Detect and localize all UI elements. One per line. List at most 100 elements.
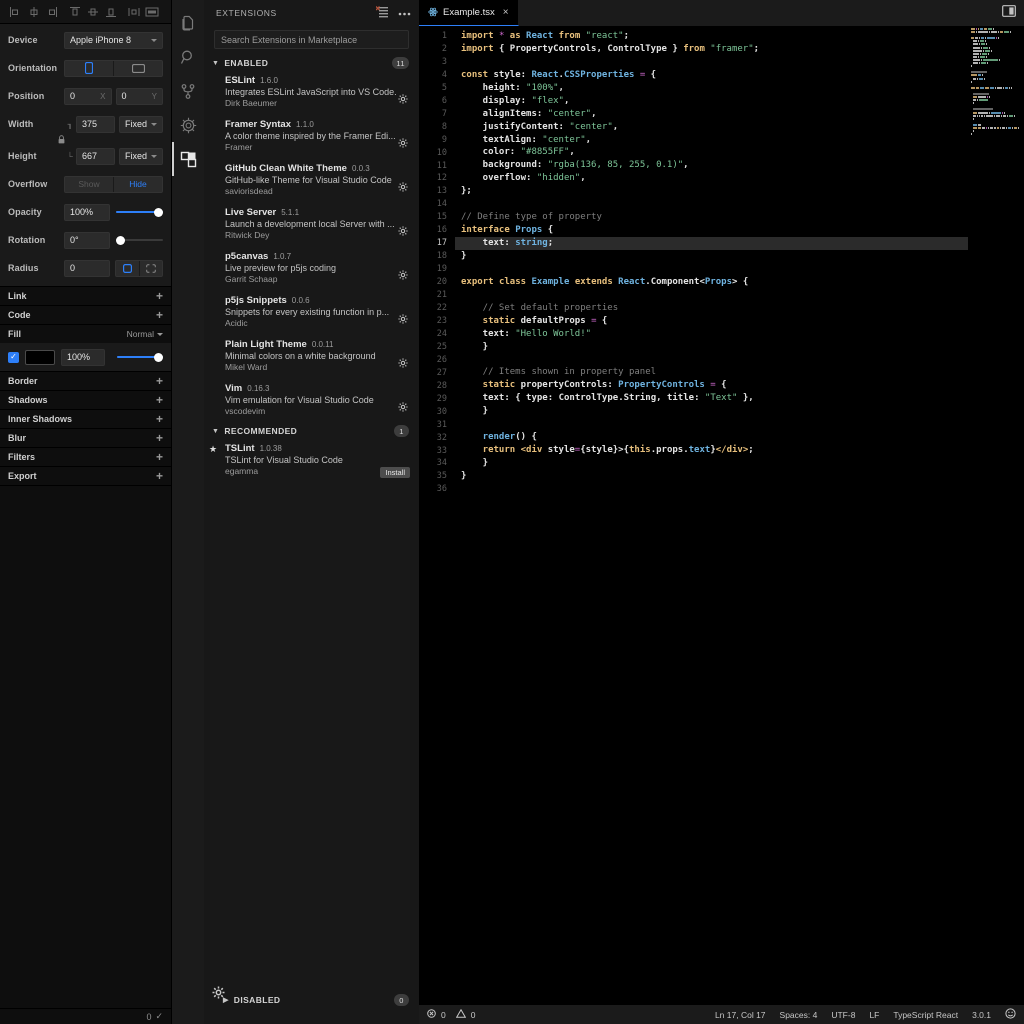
indentation[interactable]: Spaces: 4 [780, 1010, 818, 1020]
code-line[interactable] [455, 263, 1024, 276]
section-export[interactable]: Export + [0, 466, 171, 485]
tab-example-tsx[interactable]: Example.tsx × [419, 0, 519, 26]
distribute-horizontal-icon[interactable] [126, 4, 142, 20]
align-center-vertical-icon[interactable] [85, 4, 101, 20]
code-content[interactable]: import * as React from "react"; import { … [455, 26, 1024, 1005]
overflow-segment[interactable]: Show Hide [64, 175, 163, 193]
code-line[interactable]: background: "rgba(136, 85, 255, 0.1)", [455, 159, 1024, 172]
code-line[interactable]: overflow: "hidden", [455, 172, 1024, 185]
position-y-input[interactable]: 0 Y [115, 87, 163, 105]
fill-opacity-slider[interactable] [117, 349, 163, 366]
add-link-button[interactable]: + [156, 290, 163, 302]
opacity-input[interactable]: 100% [64, 203, 110, 221]
fill-blend-mode-select[interactable]: Normal [127, 329, 163, 339]
add-inner-shadow-button[interactable]: + [156, 413, 163, 425]
code-line[interactable]: import * as React from "react"; [455, 30, 1024, 43]
code-line[interactable]: } [455, 405, 1024, 418]
radius-uniform-icon[interactable] [116, 260, 140, 276]
radius-input[interactable]: 0 [64, 259, 110, 277]
code-line[interactable]: render() { [455, 431, 1024, 444]
code-line[interactable]: return <div style={style}>{this.props.te… [455, 444, 1024, 457]
code-line[interactable]: export class Example extends React.Compo… [455, 276, 1024, 289]
group-header-recommended[interactable]: ▼ RECOMMENDED 1 [204, 423, 419, 439]
position-x-input[interactable]: 0 X [64, 87, 112, 105]
align-left-icon[interactable] [8, 4, 24, 20]
gear-icon[interactable] [398, 267, 408, 285]
smiley-icon[interactable] [1005, 1008, 1016, 1021]
code-line[interactable]: alignItems: "center", [455, 108, 1024, 121]
debug-icon[interactable] [172, 108, 204, 142]
rotation-input[interactable]: 0° [64, 231, 110, 249]
encoding[interactable]: UTF-8 [831, 1010, 855, 1020]
gear-icon[interactable] [398, 399, 408, 417]
section-code[interactable]: Code + [0, 305, 171, 324]
orientation-portrait-icon[interactable] [65, 60, 114, 76]
lock-icon[interactable] [58, 131, 65, 149]
gear-icon[interactable] [398, 355, 408, 373]
explorer-icon[interactable] [172, 6, 204, 40]
opacity-slider[interactable] [116, 204, 163, 221]
code-line[interactable]: text: string; [455, 237, 1024, 250]
code-line[interactable]: static propertyControls: PropertyControl… [455, 379, 1024, 392]
align-center-horizontal-icon[interactable] [26, 4, 42, 20]
add-filter-button[interactable]: + [156, 451, 163, 463]
orientation-segment[interactable] [64, 59, 163, 77]
code-editor[interactable]: 1 2 3 4 5 6 7 8 9 10 11 12 13 14 15 16 17 18 19 20 21 22 23 24 2… [419, 26, 1024, 1005]
code-line[interactable]: } [455, 457, 1024, 470]
code-line[interactable] [455, 353, 1024, 366]
cursor-position[interactable]: Ln 17, Col 17 [715, 1010, 766, 1020]
overflow-show-option[interactable]: Show [65, 176, 114, 192]
code-line[interactable] [455, 56, 1024, 69]
group-header-enabled[interactable]: ▼ ENABLED 11 [204, 55, 419, 71]
fill-color-swatch[interactable] [25, 349, 55, 365]
more-actions-icon[interactable] [398, 8, 411, 18]
close-icon[interactable]: × [503, 7, 509, 18]
problems-indicator[interactable]: 0 0 [427, 1008, 475, 1020]
device-select[interactable]: Apple iPhone 8 [64, 31, 163, 49]
list-item[interactable]: Plain Light Theme 0.0.11 Minimal colors o… [204, 335, 419, 379]
check-icon[interactable]: ✓ [155, 1011, 163, 1022]
radius-mode-segment[interactable] [115, 259, 163, 277]
code-line[interactable] [455, 483, 1024, 496]
height-mode-select[interactable]: Fixed [119, 147, 163, 165]
gear-icon[interactable] [398, 135, 408, 153]
code-line[interactable]: text: { type: ControlType.String, title:… [455, 392, 1024, 405]
code-line[interactable]: // Items shown in property panel [455, 366, 1024, 379]
code-line[interactable] [455, 289, 1024, 302]
distribute-vertical-icon[interactable] [144, 4, 160, 20]
code-line[interactable]: } [455, 250, 1024, 263]
list-item[interactable]: Vim 0.16.3 Vim emulation for Visual Studi… [204, 379, 419, 423]
install-button[interactable]: Install [380, 467, 410, 478]
width-input[interactable]: 375 [76, 115, 115, 133]
group-header-disabled[interactable]: ▶ DISABLED 0 [204, 993, 419, 1007]
section-shadows[interactable]: Shadows + [0, 390, 171, 409]
clear-filter-icon[interactable] [375, 6, 389, 20]
list-item[interactable]: p5js Snippets 0.0.6 Snippets for every ex… [204, 291, 419, 335]
overflow-hide-option[interactable]: Hide [114, 177, 162, 192]
code-line[interactable]: static defaultProps = { [455, 315, 1024, 328]
code-line[interactable]: const style: React.CSSProperties = { [455, 69, 1024, 82]
code-line[interactable]: }; [455, 185, 1024, 198]
radius-individual-icon[interactable] [140, 261, 163, 276]
code-line[interactable]: textAlign: "center", [455, 134, 1024, 147]
code-line[interactable]: import { PropertyControls, ControlType }… [455, 43, 1024, 56]
manage-gear-icon[interactable] [212, 986, 225, 1004]
code-line[interactable]: } [455, 470, 1024, 483]
minimap[interactable] [968, 26, 1024, 1005]
list-item[interactable]: GitHub Clean White Theme 0.0.3 GitHub-lik… [204, 159, 419, 203]
search-extensions-input[interactable]: Search Extensions in Marketplace [214, 30, 409, 49]
add-blur-button[interactable]: + [156, 432, 163, 444]
gear-icon[interactable] [398, 223, 408, 241]
split-editor-icon[interactable] [1002, 4, 1016, 22]
code-line[interactable]: // Define type of property [455, 211, 1024, 224]
code-line[interactable] [455, 418, 1024, 431]
section-blur[interactable]: Blur + [0, 428, 171, 447]
align-right-icon[interactable] [44, 4, 60, 20]
typescript-version[interactable]: 3.0.1 [972, 1010, 991, 1020]
eol[interactable]: LF [869, 1010, 879, 1020]
code-line[interactable]: justifyContent: "center", [455, 121, 1024, 134]
height-input[interactable]: 667 [76, 147, 115, 165]
section-filters[interactable]: Filters + [0, 447, 171, 466]
gear-icon[interactable] [398, 91, 408, 109]
list-item[interactable]: p5canvas 1.0.7 Live preview for p5js codi… [204, 247, 419, 291]
